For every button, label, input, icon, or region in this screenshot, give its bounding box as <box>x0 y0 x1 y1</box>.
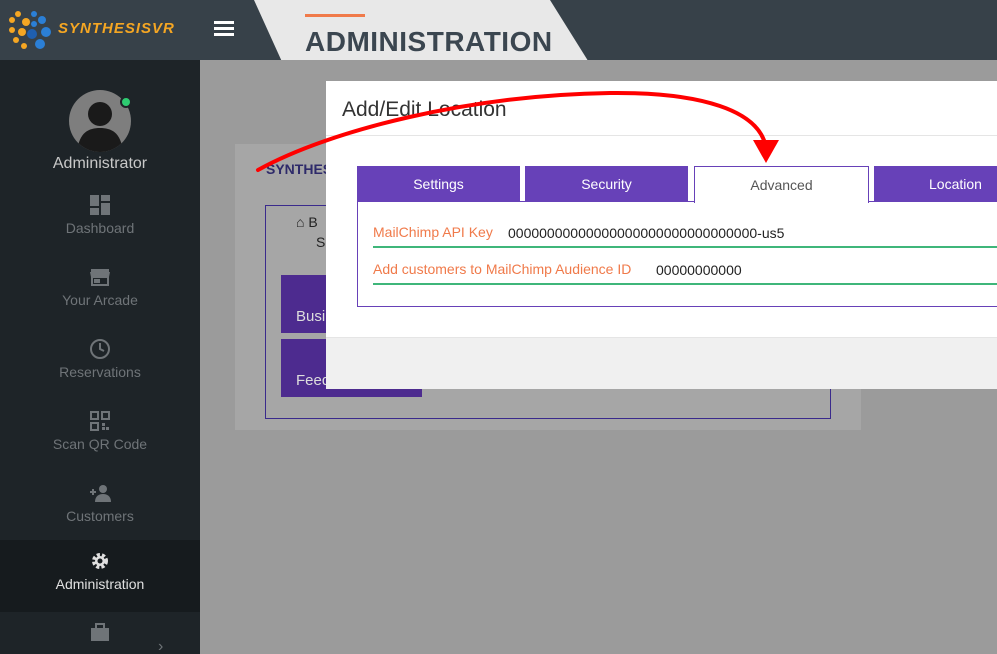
sidebar-item-your-arcade[interactable]: Your Arcade <box>0 256 200 328</box>
add-edit-location-modal: Add/Edit Location Settings Security Adva… <box>326 81 997 389</box>
gear-icon <box>92 553 108 569</box>
modal-footer <box>326 337 997 389</box>
sidebar-item-label: Scan QR Code <box>52 436 148 452</box>
sidebar-item-label: Administration <box>55 576 145 592</box>
sidebar-item-label: Customers <box>66 508 134 524</box>
card-title: SYNTHES <box>266 161 333 177</box>
dashboard-icon <box>90 195 110 215</box>
home-icon: ⌂ <box>296 214 305 230</box>
business-button-label: Busi <box>296 308 326 325</box>
sidebar-item-label: Reservations <box>59 364 141 380</box>
modal-title: Add/Edit Location <box>342 98 507 121</box>
sidebar-item-scan-qr-code[interactable]: Scan QR Code <box>0 400 200 472</box>
clock-icon <box>90 339 110 359</box>
brand-name: SYNTHESISVR <box>58 20 175 37</box>
synthesisvr-logo <box>9 11 51 49</box>
mailchimp-api-key-label: MailChimp API Key <box>373 224 493 240</box>
mailchimp-audience-id-input[interactable]: 00000000000 <box>656 262 742 278</box>
sidebar-item-administration[interactable]: Administration <box>0 540 200 612</box>
menu-toggle-icon[interactable] <box>214 21 234 37</box>
briefcase-icon <box>91 623 109 641</box>
qr-code-icon <box>90 411 110 431</box>
chevron-right-icon[interactable]: › <box>158 638 163 654</box>
tab-security[interactable]: Security <box>525 166 688 202</box>
mailchimp-api-key-input[interactable]: 00000000000000000000000000000000-us5 <box>508 225 784 241</box>
tab-settings[interactable]: Settings <box>357 166 520 202</box>
store-icon <box>90 269 110 286</box>
sidebar-item-reservations[interactable]: Reservations <box>0 328 200 400</box>
sidebar-item-more[interactable] <box>0 612 200 654</box>
sidebar-item-customers[interactable]: Customers <box>0 472 200 544</box>
page-title-tab: ADMINISTRATION <box>254 0 590 64</box>
tab-location[interactable]: Location <box>874 166 997 202</box>
add-person-icon <box>90 485 111 502</box>
tab-advanced[interactable]: Advanced <box>694 166 869 203</box>
mailchimp-audience-id-underline <box>373 283 997 285</box>
title-accent-bar <box>305 14 365 17</box>
sidebar-item-label: Your Arcade <box>62 292 138 308</box>
modal-header-divider <box>326 135 997 136</box>
advanced-tab-pane <box>357 201 997 307</box>
top-bar: SYNTHESISVR ADMINISTRATION <box>0 0 997 64</box>
sidebar: Administrator Dashboard Your Arcade Rese… <box>0 60 200 654</box>
page-title: ADMINISTRATION <box>305 26 553 57</box>
sidebar-item-dashboard[interactable]: Dashboard <box>0 184 200 256</box>
sidebar-item-label: Dashboard <box>65 220 135 236</box>
home-row: ⌂ B <box>296 214 318 230</box>
online-status-dot <box>120 96 132 108</box>
mailchimp-api-key-underline <box>373 246 997 248</box>
home-row-text: B <box>308 214 318 230</box>
mailchimp-audience-id-label: Add customers to MailChimp Audience ID <box>373 261 632 277</box>
sidebar-user-name: Administrator <box>52 155 148 172</box>
